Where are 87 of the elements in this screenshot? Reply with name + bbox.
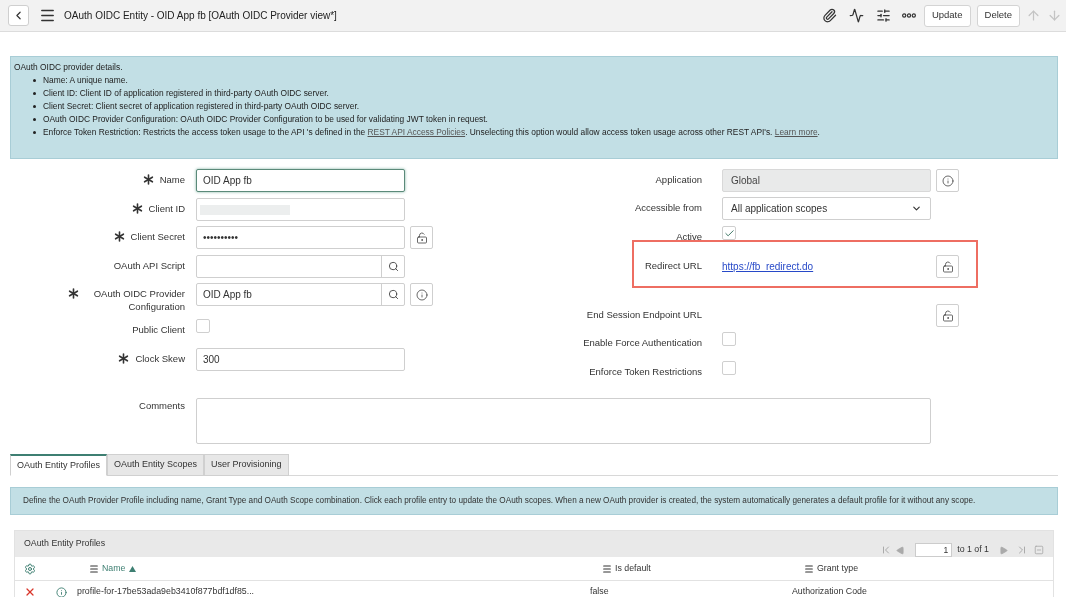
info-button[interactable] xyxy=(936,169,959,192)
info-icon xyxy=(415,288,428,301)
unlock-button[interactable] xyxy=(410,226,433,249)
info-intro: OAuth OIDC provider details. xyxy=(14,61,124,74)
unlock-button[interactable] xyxy=(936,304,959,327)
info-icon xyxy=(941,174,954,187)
column-menu-icon xyxy=(89,563,99,574)
field-label: Comments xyxy=(139,399,185,413)
field-label: OAuth OIDC Provider Configuration xyxy=(92,287,185,313)
field-label: Application xyxy=(655,173,702,187)
unlocked-padlock-icon xyxy=(941,309,954,322)
tab[interactable]: OAuth Entity Scopes xyxy=(107,454,205,476)
url-link[interactable]: https://fb_redirect.do xyxy=(722,259,814,274)
checkbox[interactable] xyxy=(196,319,210,333)
settings-icon xyxy=(24,562,36,575)
field-label: Client ID xyxy=(148,202,185,215)
info-list-item: Name: A unique name. xyxy=(43,74,128,87)
tab-info-box: Define the OAuth Provider Profile including name, Grant Type and OAuth Scope combination. Click each profile entry to update the OAuth scopes. When a new OAuth provider is created, the system automatically generates a default profile for it without any scope. xyxy=(10,487,1058,515)
more-icon[interactable] xyxy=(901,13,916,18)
column-header[interactable]: Is default xyxy=(615,561,651,576)
search-icon xyxy=(387,289,399,300)
select-field[interactable]: All application scopes xyxy=(722,197,931,220)
info-button[interactable] xyxy=(410,283,433,306)
reference-field[interactable]: OID App fb xyxy=(196,283,405,306)
text-field[interactable]: OID App fb xyxy=(196,169,405,192)
info-list-item: OAuth OIDC Provider Configuration: OAuth OIDC Provider Configuration to be used for validating JWT token in request. xyxy=(43,113,488,126)
table-cell-text: false xyxy=(590,585,610,597)
field-label: Public Client xyxy=(132,323,185,336)
list-title: OAuth Entity Profiles xyxy=(24,537,106,551)
tab[interactable]: OAuth Entity Profiles xyxy=(10,454,108,476)
checkbox[interactable] xyxy=(722,332,736,346)
field-label: Enforce Token Restrictions xyxy=(589,365,702,379)
previous-page-icon xyxy=(896,545,906,555)
checkmark-icon xyxy=(723,227,735,239)
next-page-icon xyxy=(999,545,1008,555)
bullet-icon xyxy=(33,92,36,95)
column-menu-icon xyxy=(602,563,612,574)
dropdown-chevron-icon xyxy=(911,203,922,214)
collapse-icon xyxy=(1034,545,1044,555)
delete-icon xyxy=(24,586,36,597)
field-label: Enable Force Authentication xyxy=(583,336,702,350)
bullet-icon xyxy=(33,79,36,82)
page-field[interactable]: 1 xyxy=(915,543,953,557)
search-icon xyxy=(387,261,399,272)
field-label: Client Secret xyxy=(130,230,185,243)
last-page-icon xyxy=(1016,544,1028,556)
checkbox[interactable] xyxy=(722,361,736,375)
column-menu-icon xyxy=(804,563,814,574)
unlock-button[interactable] xyxy=(936,255,959,278)
tab[interactable]: User Provisioning xyxy=(204,454,289,476)
text-field[interactable]: •••••••••• xyxy=(196,226,405,249)
table-cell-text: profile-for-17be53ada9eb3410f877bdf1df85... xyxy=(77,585,256,597)
column-header[interactable]: Name xyxy=(102,561,126,576)
readonly-field: Global xyxy=(722,169,931,192)
header-button[interactable]: Delete xyxy=(976,4,1020,27)
info-list-item: Client ID: Client ID of application registered in third-party OAuth OIDC server. xyxy=(43,87,329,100)
unlocked-padlock-icon xyxy=(415,231,428,244)
activity-icon xyxy=(848,8,864,23)
info-link[interactable]: Learn more xyxy=(774,127,818,137)
settings-icon xyxy=(875,8,891,23)
text-field[interactable]: 300 xyxy=(196,348,405,371)
table-cell-text: Authorization Code xyxy=(792,585,868,597)
back-button[interactable] xyxy=(8,5,29,26)
info-list-item: Enforce Token Restriction: Restricts the access token usage to the API 's defined in the REST API Access Policies. Unselecting this option would allow access token usage across other REST API's. Learn more. xyxy=(43,126,820,139)
comments-field[interactable] xyxy=(196,398,931,444)
checkbox[interactable] xyxy=(722,226,736,240)
field-label: Clock Skew xyxy=(135,352,185,365)
bullet-icon xyxy=(33,118,36,121)
menu-icon xyxy=(39,7,56,24)
column-header[interactable]: Grant type xyxy=(817,561,859,576)
field-label: Name xyxy=(159,173,185,186)
field-label: Accessible from xyxy=(634,201,702,215)
window-title: OAuth OIDC Entity - OID App fb [OAuth OIDC Provider view*] xyxy=(64,9,337,23)
info-icon xyxy=(56,586,67,597)
field-label: Redirect URL xyxy=(644,259,702,273)
field-label: OAuth API Script xyxy=(113,259,185,272)
field-label: Active xyxy=(676,230,702,244)
field-label: End Session Endpoint URL xyxy=(586,308,702,322)
info-list-item: Client Secret: Client secret of application registered in third-party OAuth OIDC server. xyxy=(43,100,360,113)
reference-field[interactable] xyxy=(196,255,405,278)
page-count: to 1 of 1 xyxy=(957,543,989,557)
paperclip-icon xyxy=(821,8,837,23)
header-button[interactable]: Update xyxy=(923,4,971,27)
bullet-icon xyxy=(33,131,36,134)
bullet-icon xyxy=(33,105,36,108)
text-field[interactable] xyxy=(196,198,405,221)
unlocked-padlock-icon xyxy=(941,260,954,273)
